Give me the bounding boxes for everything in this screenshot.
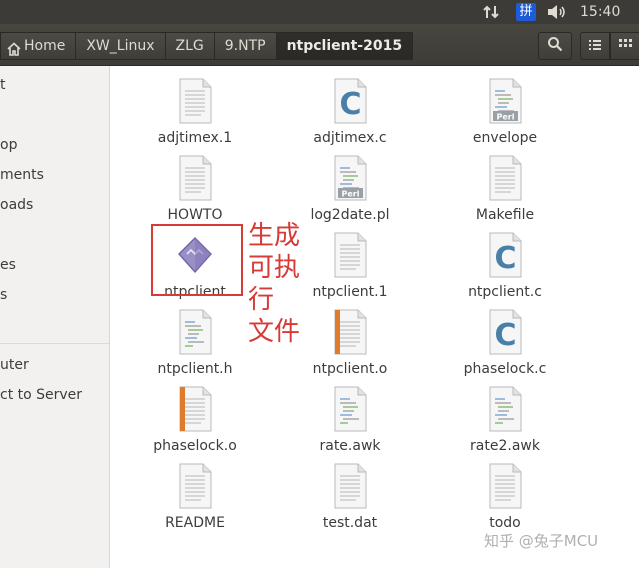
sidebar-item-connect-to-server[interactable]: ct to Server xyxy=(0,384,82,406)
sidebar-item-documents[interactable]: ments xyxy=(0,164,44,186)
sidebar-item-downloads[interactable]: oads xyxy=(0,194,33,216)
document-icon xyxy=(487,463,523,509)
file-item[interactable]: phaselock.o xyxy=(115,380,275,456)
search-icon xyxy=(547,36,563,56)
breadcrumb-ntpclient-2015[interactable]: ntpclient-2015 xyxy=(276,32,414,60)
sidebar-divider xyxy=(0,343,109,344)
document-icon xyxy=(177,463,213,509)
sidebar: t op ments oads es s uter ct to Server xyxy=(0,66,110,568)
list-view-icon xyxy=(588,37,602,56)
annotation-text: 生成 可执行 文件 xyxy=(248,220,318,348)
system-top-bar: 拼 15:40 xyxy=(0,0,639,24)
file-name: ntpclient.c xyxy=(468,284,542,300)
document-icon xyxy=(487,155,523,201)
sidebar-item-desktop[interactable]: op xyxy=(0,134,17,156)
file-grid: adjtimex.1 Cadjtimex.c Perl envelope HOWTO Pe… xyxy=(110,66,639,568)
network-transfer-icon[interactable] xyxy=(483,0,501,24)
perl-file-icon: Perl xyxy=(487,78,523,124)
file-item[interactable]: test.dat xyxy=(270,457,430,533)
file-item[interactable]: Perl envelope xyxy=(425,72,585,148)
breadcrumb: Home XW_Linux ZLG 9.NTP ntpclient-2015 xyxy=(0,32,414,60)
sidebar-item-computer[interactable]: uter xyxy=(0,354,29,376)
file-item[interactable]: rate.awk xyxy=(270,380,430,456)
grid-view-button[interactable] xyxy=(610,32,639,60)
file-name: ntpclient.o xyxy=(312,361,388,377)
highlight-box xyxy=(151,224,243,296)
c-source-icon: C xyxy=(487,232,523,278)
file-item[interactable]: README xyxy=(115,457,275,533)
document-icon xyxy=(177,78,213,124)
file-item[interactable]: Cphaselock.c xyxy=(425,303,585,379)
file-name: adjtimex.c xyxy=(313,130,387,146)
c-source-icon: C xyxy=(487,309,523,355)
annotation-line: 生成 xyxy=(248,221,301,251)
c-source-icon: C xyxy=(332,78,368,124)
search-button[interactable] xyxy=(538,32,572,60)
sidebar-item-pictures[interactable]: es xyxy=(0,254,16,276)
file-item[interactable]: adjtimex.1 xyxy=(115,72,275,148)
object-file-icon xyxy=(332,309,368,355)
document-icon xyxy=(332,232,368,278)
svg-text:C: C xyxy=(339,87,361,122)
file-name: test.dat xyxy=(322,515,378,531)
file-item[interactable]: Cadjtimex.c xyxy=(270,72,430,148)
sidebar-item[interactable]: t xyxy=(0,74,6,96)
list-view-button[interactable] xyxy=(580,32,610,60)
file-item[interactable]: HOWTO xyxy=(115,149,275,225)
watermark: 知乎 @兔子MCU xyxy=(484,532,599,550)
object-file-icon xyxy=(177,386,213,432)
svg-text:Perl: Perl xyxy=(342,190,360,199)
breadcrumb-zlg[interactable]: ZLG xyxy=(165,32,215,60)
file-name: envelope xyxy=(472,130,538,146)
script-file-icon xyxy=(332,386,368,432)
file-item[interactable]: todo xyxy=(425,457,585,533)
file-item[interactable]: Perl log2date.pl xyxy=(270,149,430,225)
annotation-line: 文件 xyxy=(248,317,301,347)
file-name: phaselock.o xyxy=(153,438,237,454)
svg-text:Perl: Perl xyxy=(497,113,515,122)
header-file-icon xyxy=(177,309,213,355)
file-name: adjtimex.1 xyxy=(157,130,233,146)
file-name: README xyxy=(165,515,225,531)
clock[interactable]: 15:40 xyxy=(580,0,620,24)
breadcrumb-xw-linux[interactable]: XW_Linux xyxy=(76,32,166,60)
document-icon xyxy=(332,463,368,509)
file-manager-toolbar: Home XW_Linux ZLG 9.NTP ntpclient-2015 xyxy=(0,24,639,66)
perl-file-icon: Perl xyxy=(332,155,368,201)
sidebar-item-videos[interactable]: s xyxy=(0,284,7,306)
home-icon xyxy=(7,39,21,56)
input-method-indicator[interactable]: 拼 xyxy=(516,3,536,21)
breadcrumb-9-ntp[interactable]: 9.NTP xyxy=(214,32,277,60)
svg-text:C: C xyxy=(494,241,516,276)
file-name: phaselock.c xyxy=(463,361,547,377)
file-name: rate2.awk xyxy=(470,438,540,454)
file-name: Makefile xyxy=(475,207,535,223)
file-item[interactable]: Makefile xyxy=(425,149,585,225)
annotation-line: 可执行 xyxy=(248,253,301,315)
grid-view-icon xyxy=(618,37,632,56)
file-item[interactable]: Cntpclient.c xyxy=(425,226,585,302)
volume-icon[interactable] xyxy=(546,0,568,24)
script-file-icon xyxy=(487,386,523,432)
svg-text:C: C xyxy=(494,318,516,353)
file-name: ntpclient.h xyxy=(157,361,233,377)
file-item[interactable]: rate2.awk xyxy=(425,380,585,456)
breadcrumb-label: Home xyxy=(24,38,66,54)
breadcrumb-home[interactable]: Home xyxy=(0,32,77,60)
document-icon xyxy=(177,155,213,201)
file-name: rate.awk xyxy=(319,438,381,454)
